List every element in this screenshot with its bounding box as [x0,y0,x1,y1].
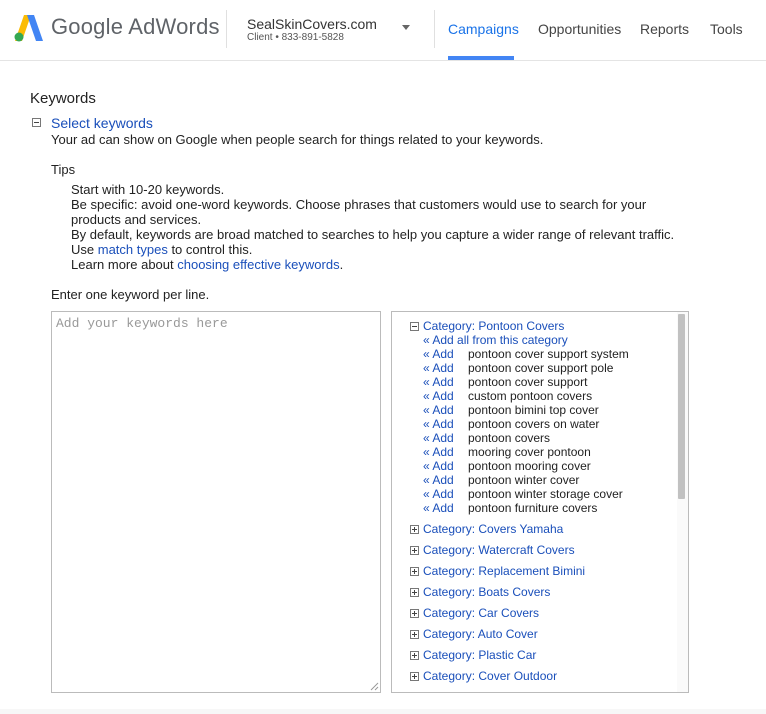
add-keyword-button[interactable]: « Add [423,473,468,487]
category-row[interactable]: Category: Auto Cover [410,627,538,641]
suggested-keyword-row: « Add mooring cover pontoon [423,445,591,459]
suggested-keyword-row: « Add pontoon winter storage cover [423,487,623,501]
suggested-keyword-text: pontoon cover support pole [468,361,614,375]
suggested-keyword-row: « Add pontoon winter cover [423,473,579,487]
expand-icon[interactable] [410,546,419,556]
add-keyword-button[interactable]: « Add [423,445,468,459]
suggested-keyword-text: pontoon winter cover [468,473,580,487]
category-row[interactable]: Category: Cover Outdoor [410,669,557,683]
keywords-textarea[interactable] [51,311,381,693]
tip-text: Use match types to control this. [71,242,252,257]
category-label[interactable]: Category: Replacement Bimini [423,564,585,578]
category-label[interactable]: Category: Boats Covers [423,585,550,599]
category-label[interactable]: Category: Covers Yamaha [423,522,563,536]
nav-reports[interactable]: Reports [640,21,689,37]
expand-icon[interactable] [410,525,419,535]
add-keyword-button[interactable]: « Add [423,361,468,375]
suggested-keyword-text: pontoon mooring cover [468,459,591,473]
suggested-keyword-text: pontoon cover support [468,375,588,389]
suggested-keyword-text: pontoon winter storage cover [468,487,623,501]
account-dropdown-icon[interactable] [402,25,410,30]
category-label[interactable]: Category: Cover Outdoor [423,669,557,683]
category-row[interactable]: Category: Replacement Bimini [410,564,585,578]
add-keyword-button[interactable]: « Add [423,459,468,473]
nav-tools[interactable]: Tools [710,21,743,37]
collapse-icon[interactable] [410,322,419,332]
suggested-keyword-row: « Add pontoon covers [423,431,550,445]
tip-text: Start with 10-20 keywords. [71,182,225,197]
tip-text-part: Learn more about [71,257,178,272]
category-row[interactable]: Category: Car Covers [410,606,539,620]
tip-text: By default, keywords are broad matched t… [71,227,675,242]
add-keyword-button[interactable]: « Add [423,389,468,403]
category-pontoon-covers[interactable]: Category: Pontoon Covers [410,319,564,333]
tip-text: Learn more about choosing effective keyw… [71,257,343,272]
add-keyword-button[interactable]: « Add [423,417,468,431]
enter-keywords-label: Enter one keyword per line. [51,287,210,302]
expand-icon[interactable] [410,651,419,661]
category-row[interactable]: Category: Boats Covers [410,585,550,599]
suggested-keyword-text: pontoon covers on water [468,417,600,431]
nav-opportunities[interactable]: Opportunities [538,21,621,37]
tip-text: products and services. [71,212,202,227]
add-keyword-button[interactable]: « Add [423,347,468,361]
expand-icon[interactable] [410,567,419,577]
brand-name: Google AdWords [51,14,220,39]
category-label[interactable]: Category: Car Covers [423,606,539,620]
suggested-keyword-text: mooring cover pontoon [468,445,591,459]
category-row[interactable]: Category: Plastic Car [410,648,536,662]
scrollbar-thumb[interactable] [678,314,685,499]
section-title: Keywords [30,90,96,107]
active-nav-indicator [448,56,514,60]
adwords-logo-icon [14,15,43,42]
add-keyword-button[interactable]: « Add [423,403,468,417]
suggested-keyword-row: « Add pontoon cover support pole [423,361,613,375]
tip-text: Be specific: avoid one-word keywords. Ch… [71,197,647,212]
suggested-keyword-row: « Add pontoon mooring cover [423,459,591,473]
tip-text-part: Use [71,242,98,257]
nav-campaigns[interactable]: Campaigns [448,21,519,37]
tips-heading: Tips [51,162,76,177]
suggested-keyword-row: « Add pontoon furniture covers [423,501,597,515]
account-customer-id: Client • 833-891-5828 [247,32,344,43]
expand-icon[interactable] [410,609,419,619]
top-bar: Google AdWords SealSkinCovers.com Client… [0,0,766,61]
suggested-keyword-text: pontoon covers [468,431,551,445]
suggested-keyword-text: pontoon cover support system [468,347,629,361]
add-keyword-button[interactable]: « Add [423,501,468,515]
suggested-keyword-text: pontoon furniture covers [468,501,598,515]
suggested-keyword-row: « Add pontoon cover support system [423,347,629,361]
keywords-description: Your ad can show on Google when people s… [51,132,544,147]
collapse-icon[interactable] [32,118,41,127]
add-keyword-button[interactable]: « Add [423,487,468,501]
expand-icon[interactable] [410,588,419,598]
category-row[interactable]: Category: Covers Yamaha [410,522,563,536]
expand-icon[interactable] [410,630,419,640]
category-label[interactable]: Category: Watercraft Covers [423,543,575,557]
divider [434,10,435,48]
category-label[interactable]: Category: Pontoon Covers [423,319,564,333]
category-label[interactable]: Category: Plastic Car [423,648,536,662]
suggested-keyword-row: « Add pontoon bimini top cover [423,403,599,417]
suggested-keyword-row: « Add custom pontoon covers [423,389,592,403]
add-keyword-button[interactable]: « Add [423,375,468,389]
add-keyword-button[interactable]: « Add [423,431,468,445]
expand-icon[interactable] [410,672,419,682]
select-keywords-link[interactable]: Select keywords [51,115,153,131]
choosing-keywords-link[interactable]: choosing effective keywords [177,257,339,272]
divider [226,10,227,48]
resize-handle-icon[interactable] [369,681,379,691]
account-name[interactable]: SealSkinCovers.com [247,16,377,32]
add-all-button[interactable]: « Add all from this category [423,333,568,347]
tip-text-part: . [339,257,344,272]
suggested-keyword-text: pontoon bimini top cover [468,403,599,417]
keyword-suggestions-panel[interactable]: Category: Pontoon Covers « Add all from … [391,311,689,693]
tip-text-part: to control this. [167,242,253,257]
suggested-keyword-row: « Add pontoon covers on water [423,417,599,431]
suggested-keyword-row: « Add pontoon cover support [423,375,587,389]
suggested-keyword-text: custom pontoon covers [468,389,593,403]
category-label[interactable]: Category: Auto Cover [423,627,538,641]
match-types-link[interactable]: match types [98,242,168,257]
category-row[interactable]: Category: Watercraft Covers [410,543,575,557]
